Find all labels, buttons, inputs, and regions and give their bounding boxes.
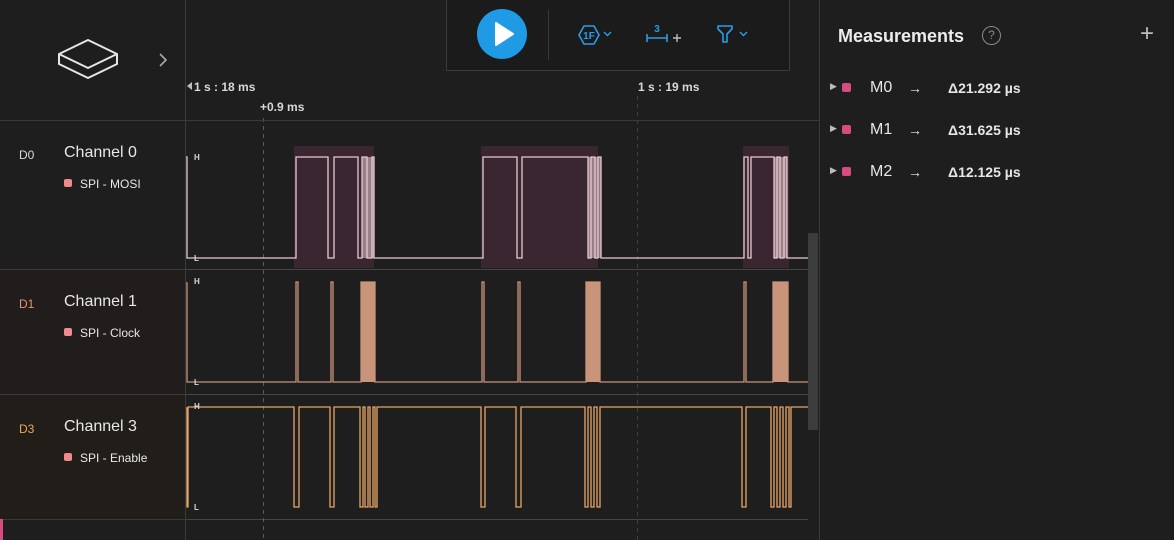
channel-name: Channel 3 [64, 418, 137, 435]
expand-caret-icon[interactable]: ▶ [830, 123, 837, 134]
channel-id: D3 [19, 422, 35, 436]
analyzer-label: SPI - Clock [80, 326, 141, 340]
start-capture-button[interactable] [477, 9, 527, 59]
channel-3-waveform: H L [186, 402, 808, 512]
expand-caret-icon[interactable]: ▶ [830, 165, 837, 176]
trigger-hexagon-icon: 1F [578, 25, 612, 45]
channel-panel: D0 Channel 0 SPI - MOSI D1 Channel 1 SPI… [0, 0, 186, 540]
channel-row-d1[interactable]: D1 Channel 1 SPI - Clock [0, 270, 185, 395]
level-low-label: L [194, 503, 199, 512]
analyzer-color-dot [64, 453, 72, 461]
trigger-button[interactable]: 1F [573, 20, 617, 50]
measurement-color-dot [842, 167, 851, 176]
filter-button[interactable] [715, 20, 755, 50]
channel-1-waveform: H L [186, 277, 808, 387]
channel-id: D1 [19, 297, 35, 311]
arrow-right-icon: → [908, 122, 922, 138]
level-low-label: L [194, 254, 199, 263]
measurement-name: M1 [870, 121, 893, 138]
caret-left-icon [187, 82, 192, 90]
help-icon[interactable]: ? [982, 26, 1001, 45]
channel-row-d3[interactable]: D3 Channel 3 SPI - Enable [0, 395, 185, 520]
level-high-label: H [194, 153, 200, 162]
measurement-name: M2 [870, 163, 893, 180]
measurement-value: Δ12.125 µs [948, 164, 1021, 180]
add-marker-button[interactable]: 3 [643, 20, 689, 50]
vertical-scrollbar[interactable] [808, 233, 818, 430]
timeline-start-label: 1 s : 18 ms [194, 80, 256, 94]
device-icon[interactable] [55, 36, 121, 82]
measurements-title: Measurements [838, 26, 965, 46]
device-area [0, 0, 185, 121]
measurements-panel: Measurements ? + ▶ M0 → Δ21.292 µs ▶ M1 … [819, 0, 1174, 540]
timeline-end-label: 1 s : 19 ms [638, 80, 700, 94]
capture-toolbar: 1F 3 [446, 0, 790, 71]
measurement-color-dot [842, 83, 851, 92]
analyzer-label: SPI - Enable [80, 451, 148, 465]
chevron-right-icon[interactable] [156, 52, 170, 68]
measurement-value: Δ21.292 µs [948, 80, 1021, 96]
level-high-label: H [194, 277, 200, 286]
measurement-row-m1[interactable]: ▶ M1 → Δ31.625 µs [820, 113, 1174, 149]
channel-0-waveform: H L [186, 146, 808, 268]
channel-id: D0 [19, 148, 35, 162]
level-low-label: L [194, 378, 199, 387]
add-measurement-button[interactable]: + [1140, 20, 1154, 48]
arrow-right-icon: → [908, 80, 922, 96]
measurement-name: M0 [870, 79, 893, 96]
channel-color-strip [0, 519, 3, 540]
channel-name: Channel 1 [64, 293, 137, 310]
measurement-value: Δ31.625 µs [948, 122, 1021, 138]
trigger-label: 1F [583, 31, 595, 42]
spi-frame-highlight [481, 146, 598, 268]
funnel-icon [717, 25, 748, 43]
channel-name: Channel 0 [64, 144, 137, 161]
measurement-row-m2[interactable]: ▶ M2 → Δ12.125 µs [820, 155, 1174, 191]
timeline-ruler[interactable]: 1 s : 18 ms +0.9 ms 1 s : 19 ms [186, 70, 819, 121]
toolbar-separator [548, 10, 549, 60]
timeline-cursor-label[interactable]: +0.9 ms [260, 100, 304, 114]
analyzer-color-dot [64, 179, 72, 187]
analyzer-label: SPI - MOSI [80, 177, 141, 191]
measurement-row-m0[interactable]: ▶ M0 → Δ21.292 µs [820, 71, 1174, 107]
play-icon [495, 22, 514, 46]
marker-label: 3 [654, 24, 660, 35]
timing-marker-icon: 3 [646, 24, 681, 42]
analyzer-color-dot [64, 328, 72, 336]
measurement-color-dot [842, 125, 851, 134]
level-high-label: H [194, 402, 200, 411]
arrow-right-icon: → [908, 164, 922, 180]
expand-caret-icon[interactable]: ▶ [830, 81, 837, 92]
channel-row-d0[interactable]: D0 Channel 0 SPI - MOSI [0, 121, 185, 270]
